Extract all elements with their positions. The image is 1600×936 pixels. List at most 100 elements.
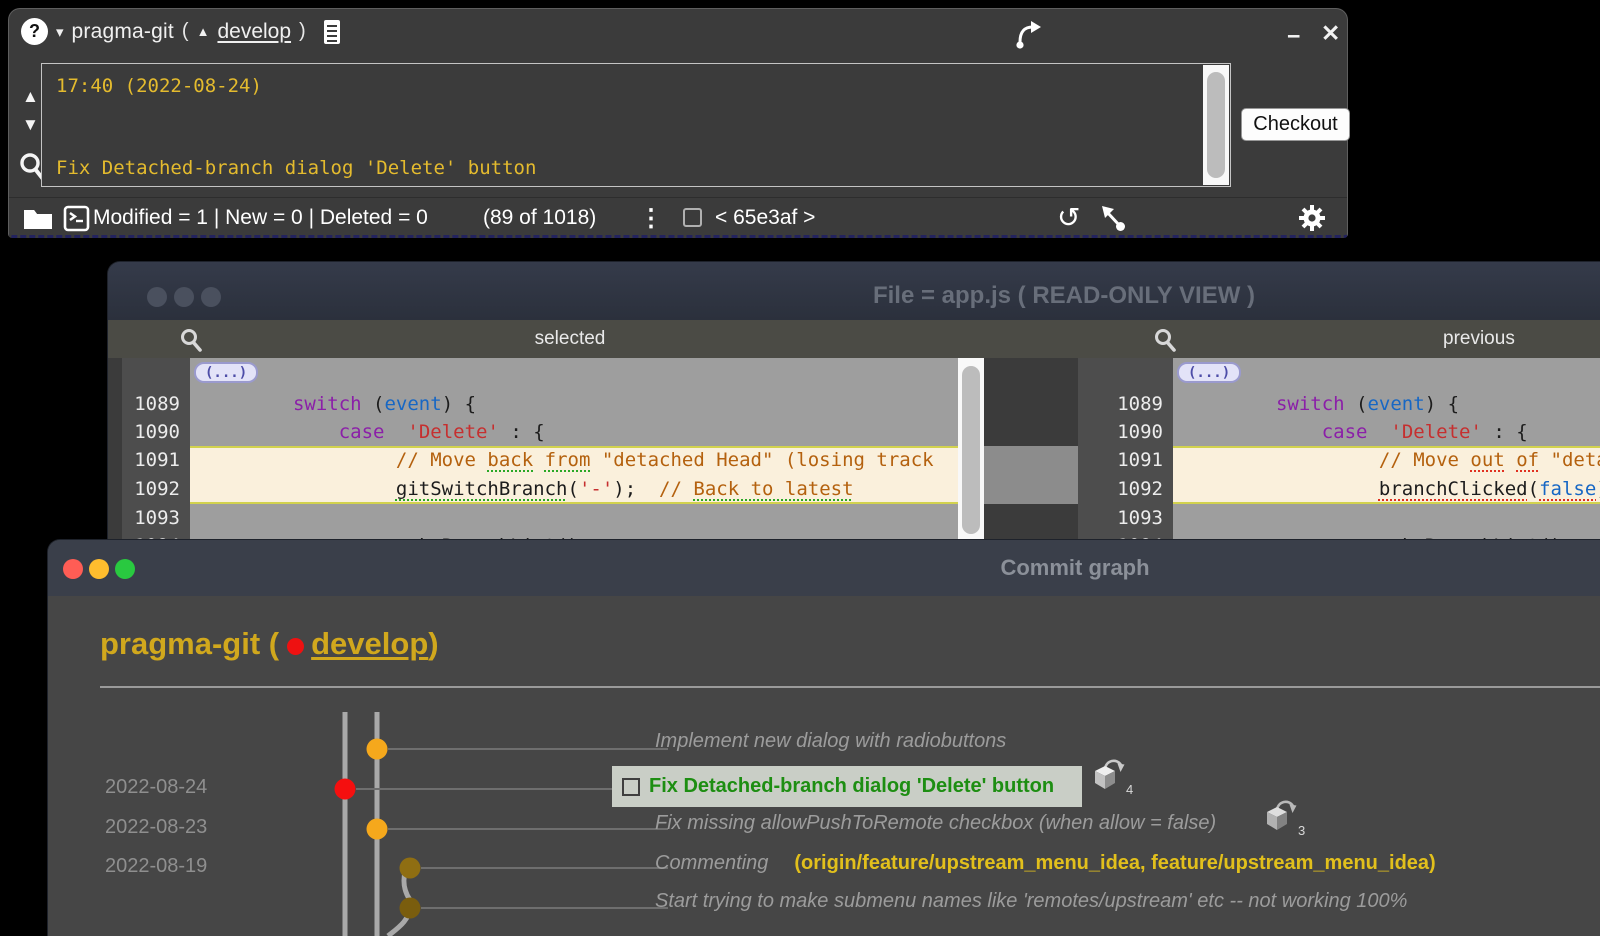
code-token: );: [613, 478, 659, 500]
current-branch-link[interactable]: develop: [217, 20, 291, 44]
selected-commit-row[interactable]: Fix Detached-branch dialog 'Delete' butt…: [612, 766, 1082, 807]
code-token: // Move: [396, 449, 488, 471]
commit-message-item[interactable]: Start trying to make submenu names like …: [655, 890, 1407, 913]
code-token: (: [568, 478, 579, 500]
commit-message-item[interactable]: Commenting (origin/feature/upstream_menu…: [655, 852, 1436, 875]
code-token: "detached Head" (losing: [1539, 449, 1600, 471]
commit-checkbox[interactable]: [622, 778, 640, 796]
commit-message-item[interactable]: Fix missing allowPushToRemote checkbox (…: [655, 812, 1216, 835]
code-line: [1173, 504, 1600, 532]
diff-scrollbar[interactable]: [958, 358, 984, 562]
line-number: 1091: [122, 446, 190, 475]
terminal-icon[interactable]: [63, 205, 90, 232]
close-button[interactable]: ✕: [1321, 22, 1340, 45]
push-count: 4: [1126, 782, 1133, 797]
code-token: [1505, 449, 1516, 471]
code-token: [1173, 478, 1379, 500]
line-number: [122, 358, 190, 390]
commit-node[interactable]: [400, 898, 421, 919]
selected-commit-message[interactable]: Fix Detached-branch dialog 'Delete' butt…: [649, 775, 1054, 798]
right-code-pane[interactable]: (...) switch (event) { case 'Delete' : {…: [1173, 358, 1600, 562]
search-icon[interactable]: [1152, 327, 1178, 353]
code-token: //: [659, 478, 693, 500]
kebab-menu-icon[interactable]: ⋮: [639, 204, 663, 233]
right-line-numbers: 108910901091109210931094: [1078, 358, 1173, 562]
commit-graph-canvas[interactable]: [248, 690, 668, 936]
commit-node[interactable]: [367, 739, 388, 760]
diff-window-title: File = app.js ( READ-ONLY VIEW ): [873, 282, 1255, 310]
diff-code-area: 108910901091109210931094 (...) switch (e…: [108, 358, 1600, 562]
traffic-minimize-icon[interactable]: [174, 287, 194, 307]
code-token: ) {: [442, 393, 476, 415]
code-line: case 'Delete' : {: [1173, 418, 1600, 446]
traffic-zoom-icon[interactable]: [201, 287, 221, 307]
commit-node[interactable]: [367, 819, 388, 840]
branch-paren-close: ): [299, 20, 306, 43]
branch-switch-icon[interactable]: [1011, 19, 1045, 51]
traffic-minimize-icon[interactable]: [89, 559, 109, 579]
code-token: Back to latest: [693, 478, 853, 500]
traffic-close-icon[interactable]: [147, 287, 167, 307]
checkout-button[interactable]: Checkout: [1241, 108, 1350, 141]
undo-icon[interactable]: ↺: [1057, 204, 1080, 232]
date-label: 2022-08-23: [105, 816, 207, 839]
line-number: 1089: [1078, 390, 1173, 418]
code-line: // Move back from "detached Head" (losin…: [190, 446, 958, 475]
code-token: [384, 421, 407, 443]
commit-message-text: Commenting: [655, 852, 768, 875]
branch-triangle-icon: ▲: [197, 24, 210, 39]
code-token: switch: [1276, 393, 1345, 415]
commit-message-item[interactable]: Implement new dialog with radiobuttons: [655, 730, 1006, 753]
diff-titlebar: File = app.js ( READ-ONLY VIEW ): [108, 262, 1600, 320]
push-icon[interactable]: [1090, 756, 1126, 793]
traffic-zoom-icon[interactable]: [115, 559, 135, 579]
traffic-close-icon[interactable]: [63, 559, 83, 579]
status-checkbox[interactable]: [683, 208, 702, 227]
push-icon[interactable]: [1262, 797, 1298, 834]
current-commit-dot-icon: [287, 638, 304, 655]
repo-title: pragma-git: [72, 20, 174, 44]
branch-refs: (origin/feature/upstream_menu_idea, feat…: [794, 852, 1435, 875]
commit-scrollbar[interactable]: [1203, 65, 1229, 185]
code-token: [190, 393, 293, 415]
code-token: false: [1539, 478, 1596, 500]
code-line: [190, 504, 958, 532]
notes-icon[interactable]: [322, 19, 342, 45]
search-icon[interactable]: [178, 327, 204, 353]
help-icon[interactable]: ?: [21, 18, 48, 45]
line-number: 1093: [1078, 504, 1173, 532]
code-token: [1173, 421, 1322, 443]
folder-icon[interactable]: [23, 207, 53, 230]
nav-down-icon[interactable]: ▼: [22, 115, 39, 135]
nav-up-icon[interactable]: ▲: [22, 87, 39, 107]
fold-badge[interactable]: (...): [1177, 362, 1241, 383]
repo-heading-name: pragma-git (: [100, 626, 279, 662]
code-line: switch (event) {: [190, 390, 958, 418]
line-number: 1091: [1078, 446, 1173, 475]
chevron-down-icon[interactable]: ▾: [56, 23, 64, 41]
diff-window: File = app.js ( READ-ONLY VIEW ) selecte…: [108, 262, 1600, 562]
code-token: switch: [293, 393, 362, 415]
commit-graph-window: Commit graph pragma-git (develop) 2022-0…: [48, 540, 1600, 936]
code-line: gitSwitchBranch('-'); // Back to latest: [190, 475, 958, 504]
code-token: (: [1345, 393, 1368, 415]
heading-branch-link[interactable]: develop: [311, 626, 428, 662]
code-token: '-': [579, 478, 613, 500]
commit-node[interactable]: [400, 858, 421, 879]
checkout-arrow-icon[interactable]: [1099, 204, 1127, 232]
code-token: of: [1516, 449, 1539, 471]
fold-badge[interactable]: (...): [194, 362, 258, 383]
gear-icon[interactable]: [1297, 203, 1327, 233]
date-label: 2022-08-19: [105, 855, 207, 878]
graph-window-title: Commit graph: [1000, 555, 1149, 581]
line-number: 1089: [122, 390, 190, 418]
left-code-pane[interactable]: (...) switch (event) { case 'Delete' : {…: [190, 358, 958, 562]
minimize-button[interactable]: −: [1287, 25, 1300, 48]
commit-message-area[interactable]: 17:40 (2022-08-24) Fix Detached-branch d…: [41, 63, 1231, 187]
code-token: : {: [499, 421, 545, 443]
commit-position: (89 of 1018): [483, 206, 596, 230]
code-line: switch (event) {: [1173, 390, 1600, 418]
code-token: [1173, 393, 1276, 415]
code-token: [190, 421, 339, 443]
commit-node-current[interactable]: [335, 779, 356, 800]
